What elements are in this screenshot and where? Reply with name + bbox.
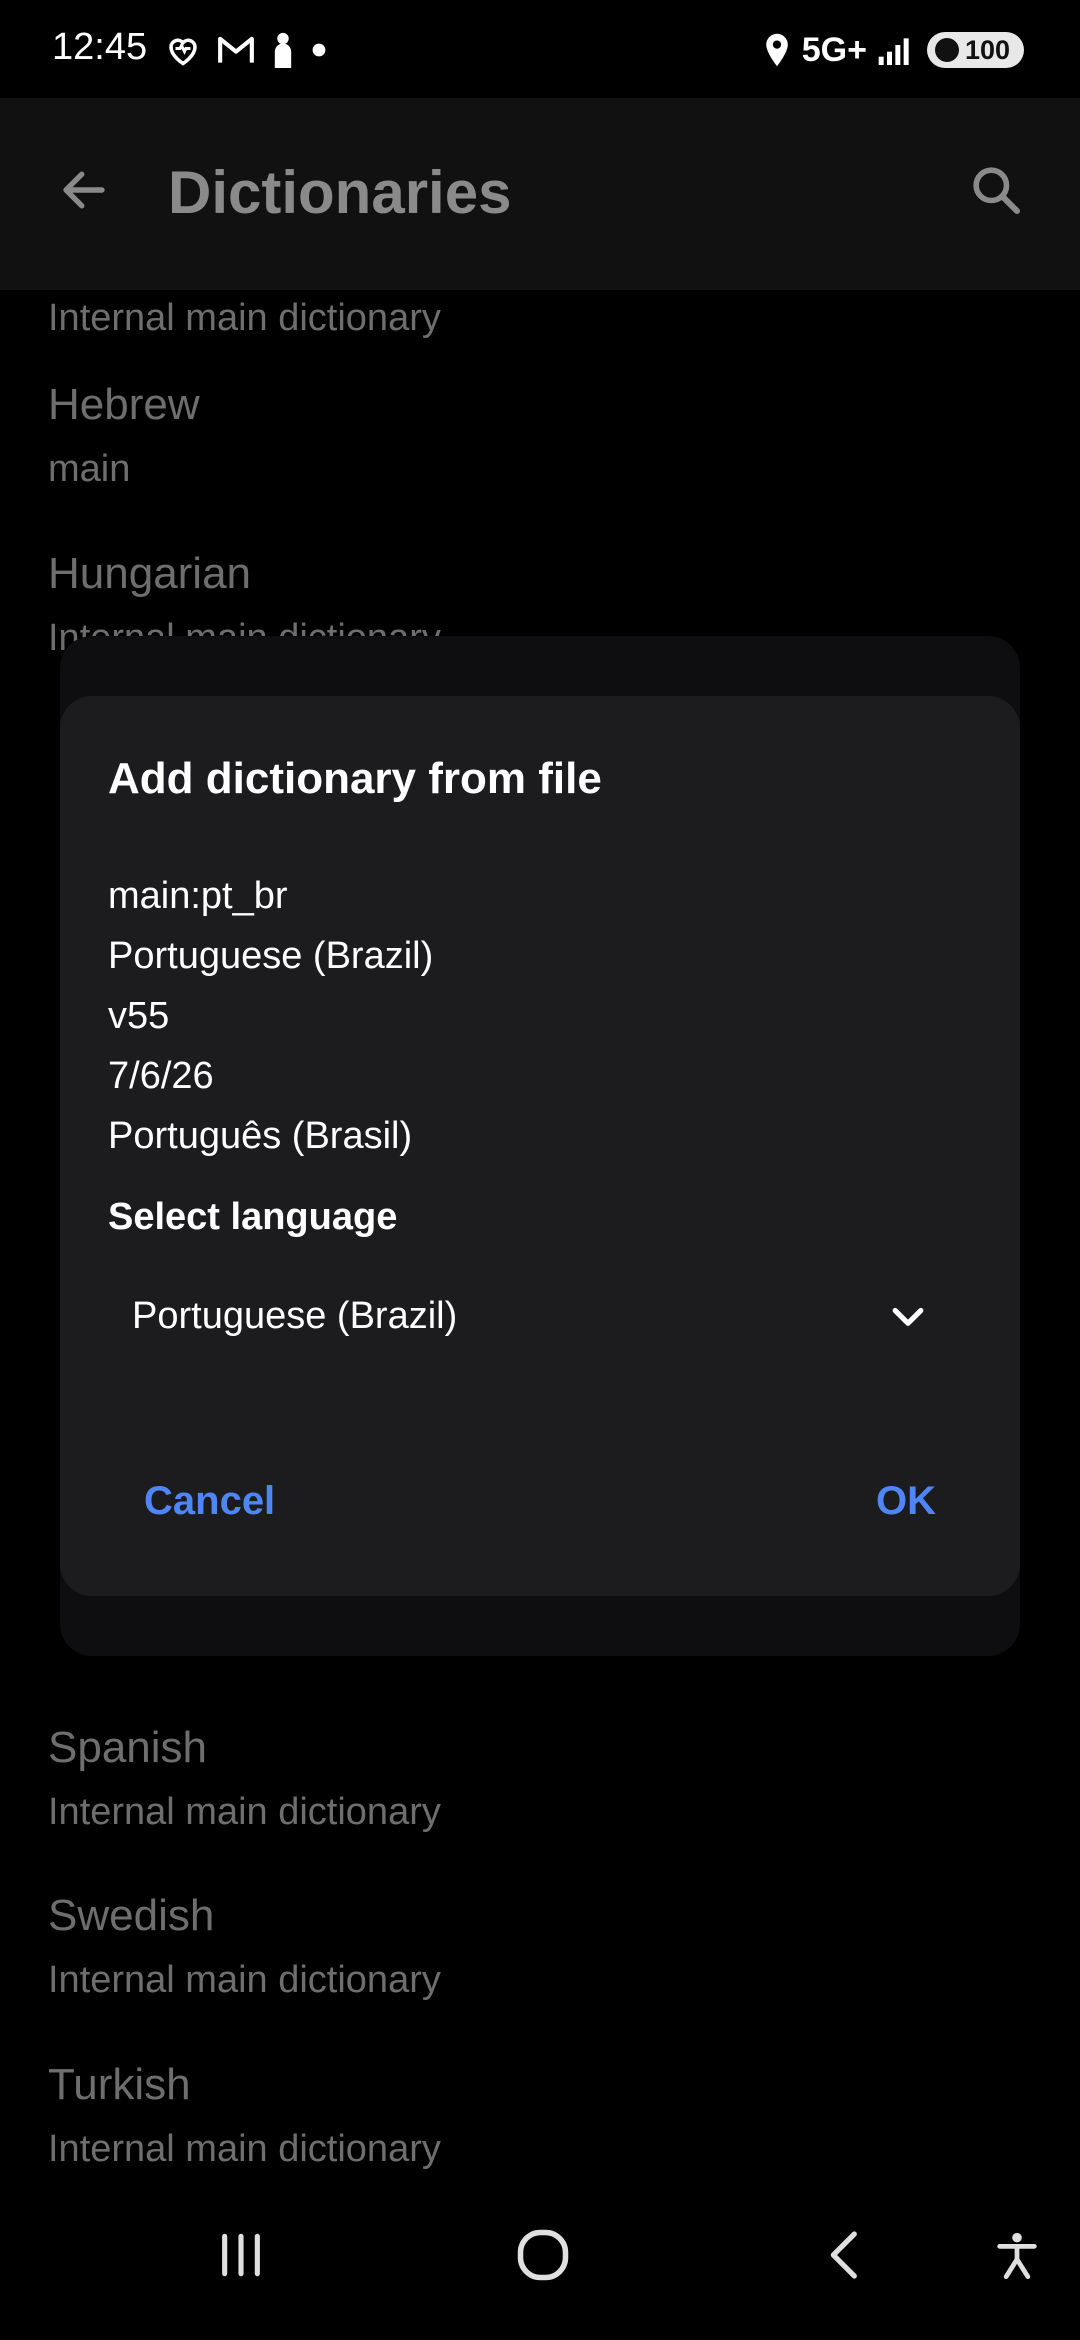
accessibility-button[interactable] [972,2210,1062,2300]
battery-indicator: 100 [926,32,1024,68]
list-item-title: Swedish [48,1891,215,1940]
status-time: 12:45 [52,26,148,68]
battery-level: 100 [964,34,1010,65]
language-dropdown-value: Portuguese (Brazil) [132,1294,458,1337]
add-dictionary-dialog: Add dictionary from file main:pt_br Port… [60,696,1020,1596]
health-icon [169,38,197,66]
accessibility-icon [997,2232,1037,2280]
list-item[interactable]: Hebrew main [48,375,200,497]
person-icon [274,32,292,68]
list-item[interactable]: Spanish Internal main dictionary [48,1718,441,1840]
list-item[interactable]: Swedish Internal main dictionary [48,1886,441,2008]
page-title: Dictionaries [168,159,512,226]
status-bar: 12:45 5G+ 100 [0,0,1080,98]
dot-icon [312,43,326,57]
recents-icon [222,2233,260,2277]
list-item-subtitle: main [48,448,131,490]
list-item-title: Spanish [48,1723,208,1772]
search-button[interactable] [956,150,1036,230]
language-dropdown[interactable]: Portuguese (Brazil) [108,1256,972,1376]
back-nav-button[interactable] [800,2210,890,2300]
notification-icons [165,30,327,70]
select-language-label: Select language [108,1196,398,1238]
network-type: 5G+ [801,30,867,69]
gmail-icon [218,36,254,63]
list-item-subtitle: Internal main dictionary [48,297,441,339]
home-icon [517,2229,569,2281]
dictionary-native-name: Português (Brasil) [108,1115,413,1157]
location-icon [765,33,788,67]
status-right: 5G+ 100 [762,28,1024,72]
app-bar: Dictionaries [0,98,1080,290]
home-button[interactable] [498,2210,588,2300]
ok-button[interactable]: OK [876,1466,936,1536]
list-item-title: Turkish [48,2060,191,2109]
dictionary-info: main:pt_br Portuguese (Brazil) v55 7/6/2… [108,866,433,1166]
list-item[interactable]: Turkish Internal main dictionary [48,2055,441,2170]
dictionary-language: Portuguese (Brazil) [108,935,434,977]
navigation-bar [0,2170,1080,2340]
dictionary-date: 7/6/26 [108,1055,214,1097]
back-button[interactable] [44,150,124,230]
battery-shield-icon [934,38,959,62]
list-item-subtitle: Internal main dictionary [48,2128,441,2170]
back-nav-icon [830,2231,857,2279]
search-icon [973,167,1021,215]
dictionary-id: main:pt_br [108,875,288,917]
list-item-subtitle: Internal main dictionary [48,1959,441,2001]
list-item-title: Hungarian [48,549,252,598]
dictionary-version: v55 [108,995,170,1037]
cancel-button[interactable]: Cancel [144,1466,275,1536]
list-item-subtitle: Internal main dictionary [48,1791,441,1833]
signal-icon [878,38,909,65]
arrow-back-icon [63,171,105,209]
recents-button[interactable] [196,2210,286,2300]
dialog-title: Add dictionary from file [108,754,602,803]
list-item[interactable]: Internal main dictionary [48,290,441,346]
chevron-down-icon [884,1292,932,1340]
list-item-title: Hebrew [48,380,200,429]
